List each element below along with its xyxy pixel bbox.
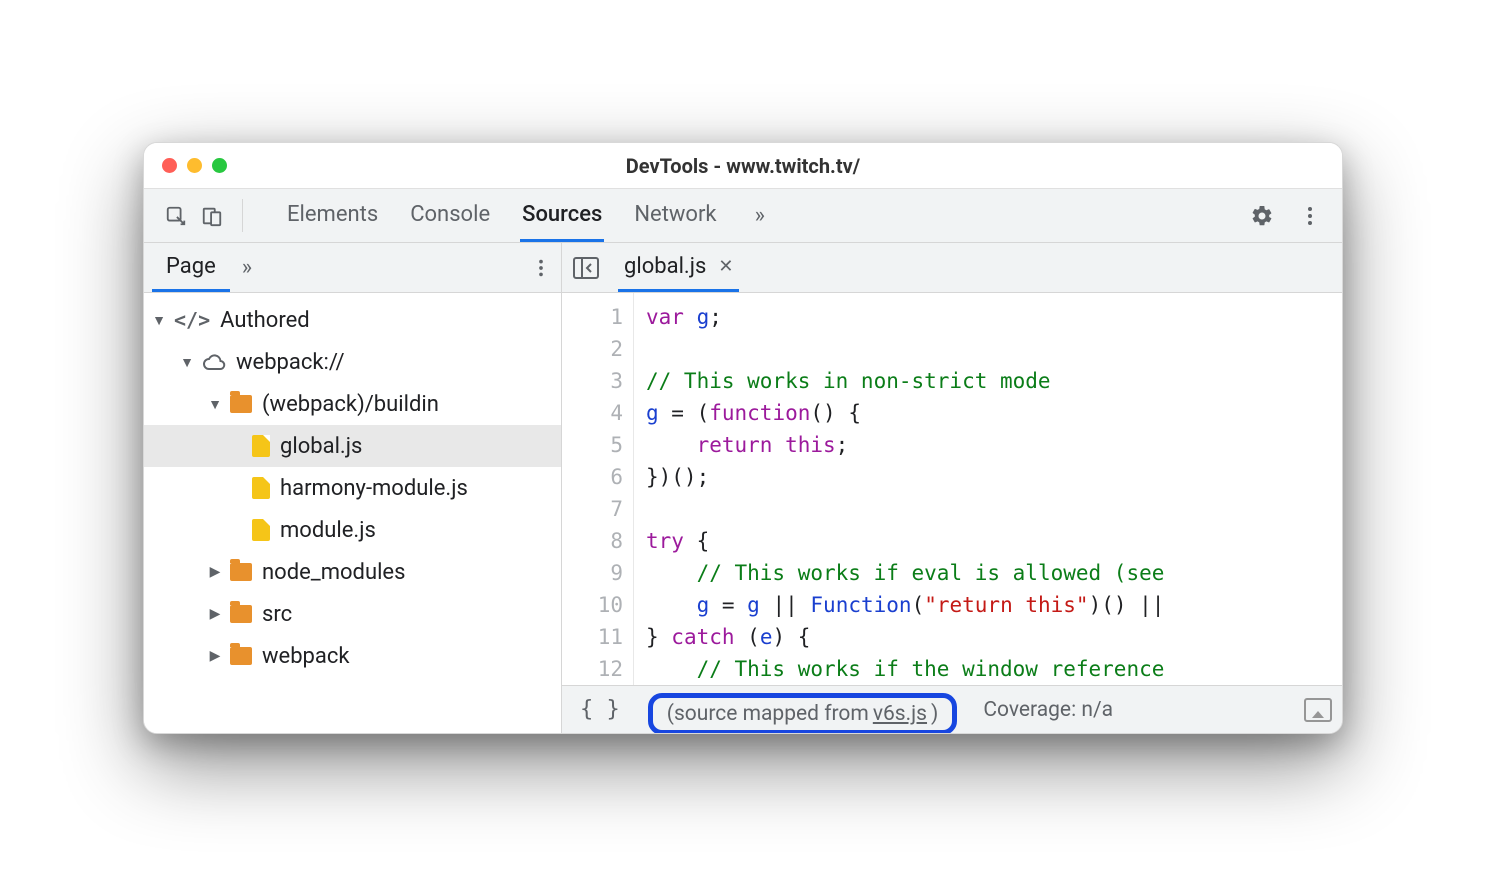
file-icon (252, 477, 270, 499)
tree-domain-webpack[interactable]: ▼ webpack:// (144, 341, 561, 383)
source-mapped-callout: (source mapped from v6s.js) (648, 693, 958, 735)
file-icon (252, 435, 270, 457)
line-gutter: 1 2 3 4 5 6 7 8 9 10 11 12 (562, 293, 634, 685)
tree-folder-buildin[interactable]: ▼ (webpack)/buildin (144, 383, 561, 425)
line-number: 1 (562, 301, 623, 333)
titlebar: DevTools - www.twitch.tv/ (144, 143, 1342, 189)
disclosure-triangle-down-icon[interactable]: ▼ (206, 396, 224, 413)
device-toolbar-icon[interactable] (194, 189, 230, 242)
inspect-element-icon[interactable] (158, 189, 194, 242)
line-number: 9 (562, 557, 623, 589)
file-tree[interactable]: ▼ </> Authored ▼ webpack:// ▼ (webpack)/… (144, 293, 562, 733)
open-file-name: global.js (624, 254, 706, 279)
close-tab-icon[interactable]: ✕ (718, 256, 733, 277)
code-content[interactable]: var g; // This works in non-strict mode … (634, 293, 1342, 685)
separator (242, 199, 243, 232)
editor-tabbar: global.js ✕ (562, 243, 1342, 292)
folder-icon (230, 605, 252, 623)
line-number: 8 (562, 525, 623, 557)
line-number: 2 (562, 333, 623, 365)
authored-code-icon: </> (174, 308, 210, 332)
zoom-window-button[interactable] (212, 158, 227, 173)
sources-body: ▼ </> Authored ▼ webpack:// ▼ (webpack)/… (144, 293, 1342, 733)
line-number: 6 (562, 461, 623, 493)
editor-panel: 1 2 3 4 5 6 7 8 9 10 11 12 var g; // Thi… (562, 293, 1342, 733)
tree-label: Authored (220, 308, 310, 333)
line-number: 12 (562, 653, 623, 685)
tree-label: webpack:// (236, 350, 345, 375)
tree-file-global[interactable]: global.js (144, 425, 561, 467)
editor-status-bar: { } (source mapped from v6s.js) Coverage… (562, 685, 1342, 733)
navigator-more-tabs[interactable]: » (234, 243, 260, 292)
show-console-drawer-icon[interactable] (1304, 698, 1332, 722)
main-toolbar: Elements Console Sources Network » (144, 189, 1342, 243)
disclosure-triangle-right-icon[interactable]: ▶ (206, 564, 224, 580)
tree-file-harmony[interactable]: harmony-module.js (144, 467, 561, 509)
tree-label: webpack (262, 644, 350, 669)
mapped-suffix: ) (931, 702, 938, 726)
more-tabs-button[interactable]: » (747, 189, 773, 242)
navigator-kebab-icon[interactable] (521, 243, 561, 292)
traffic-lights (162, 158, 227, 173)
folder-icon (230, 395, 252, 413)
tab-sources[interactable]: Sources (520, 189, 604, 242)
source-map-link[interactable]: v6s.js (873, 702, 927, 726)
main-tabs: Elements Console Sources Network » (255, 189, 1209, 242)
line-number: 7 (562, 493, 623, 525)
code-editor[interactable]: 1 2 3 4 5 6 7 8 9 10 11 12 var g; // Thi… (562, 293, 1342, 685)
folder-icon (230, 647, 252, 665)
tree-label: node_modules (262, 560, 405, 585)
line-number: 11 (562, 621, 623, 653)
open-file-tab[interactable]: global.js ✕ (618, 243, 739, 292)
navigator-header: Page » (144, 243, 562, 292)
disclosure-triangle-down-icon[interactable]: ▼ (150, 312, 168, 329)
coverage-status: Coverage: n/a (983, 698, 1113, 722)
tree-file-module[interactable]: module.js (144, 509, 561, 551)
sources-sub-toolbar: Page » global.js ✕ (144, 243, 1342, 293)
tree-folder-node-modules[interactable]: ▶ node_modules (144, 551, 561, 593)
settings-gear-icon[interactable] (1242, 204, 1282, 228)
minimize-window-button[interactable] (187, 158, 202, 173)
cloud-icon (202, 353, 226, 371)
pretty-print-icon[interactable]: { } (572, 697, 628, 722)
window-title: DevTools - www.twitch.tv/ (144, 154, 1342, 178)
close-window-button[interactable] (162, 158, 177, 173)
kebab-menu-icon[interactable] (1290, 204, 1330, 228)
devtools-window: DevTools - www.twitch.tv/ Elements Conso… (143, 142, 1343, 734)
folder-icon (230, 563, 252, 581)
mapped-prefix: (source mapped from (667, 702, 869, 726)
navigator-tab-page[interactable]: Page (152, 243, 230, 292)
tab-network[interactable]: Network (632, 189, 718, 242)
tree-root-authored[interactable]: ▼ </> Authored (144, 299, 561, 341)
tree-label: harmony-module.js (280, 476, 468, 501)
tab-elements[interactable]: Elements (285, 189, 380, 242)
line-number: 4 (562, 397, 623, 429)
tree-label: src (262, 602, 292, 627)
line-number: 10 (562, 589, 623, 621)
tree-label: (webpack)/buildin (262, 392, 439, 417)
disclosure-triangle-down-icon[interactable]: ▼ (178, 354, 196, 371)
tree-folder-src[interactable]: ▶ src (144, 593, 561, 635)
disclosure-triangle-right-icon[interactable]: ▶ (206, 648, 224, 664)
tree-label: module.js (280, 518, 376, 543)
disclosure-triangle-right-icon[interactable]: ▶ (206, 606, 224, 622)
tab-console[interactable]: Console (408, 189, 492, 242)
toolbar-right (1209, 189, 1336, 242)
line-number: 3 (562, 365, 623, 397)
file-icon (252, 519, 270, 541)
tree-label: global.js (280, 434, 362, 459)
toggle-navigator-icon[interactable] (572, 256, 600, 280)
tree-folder-webpack[interactable]: ▶ webpack (144, 635, 561, 677)
line-number: 5 (562, 429, 623, 461)
